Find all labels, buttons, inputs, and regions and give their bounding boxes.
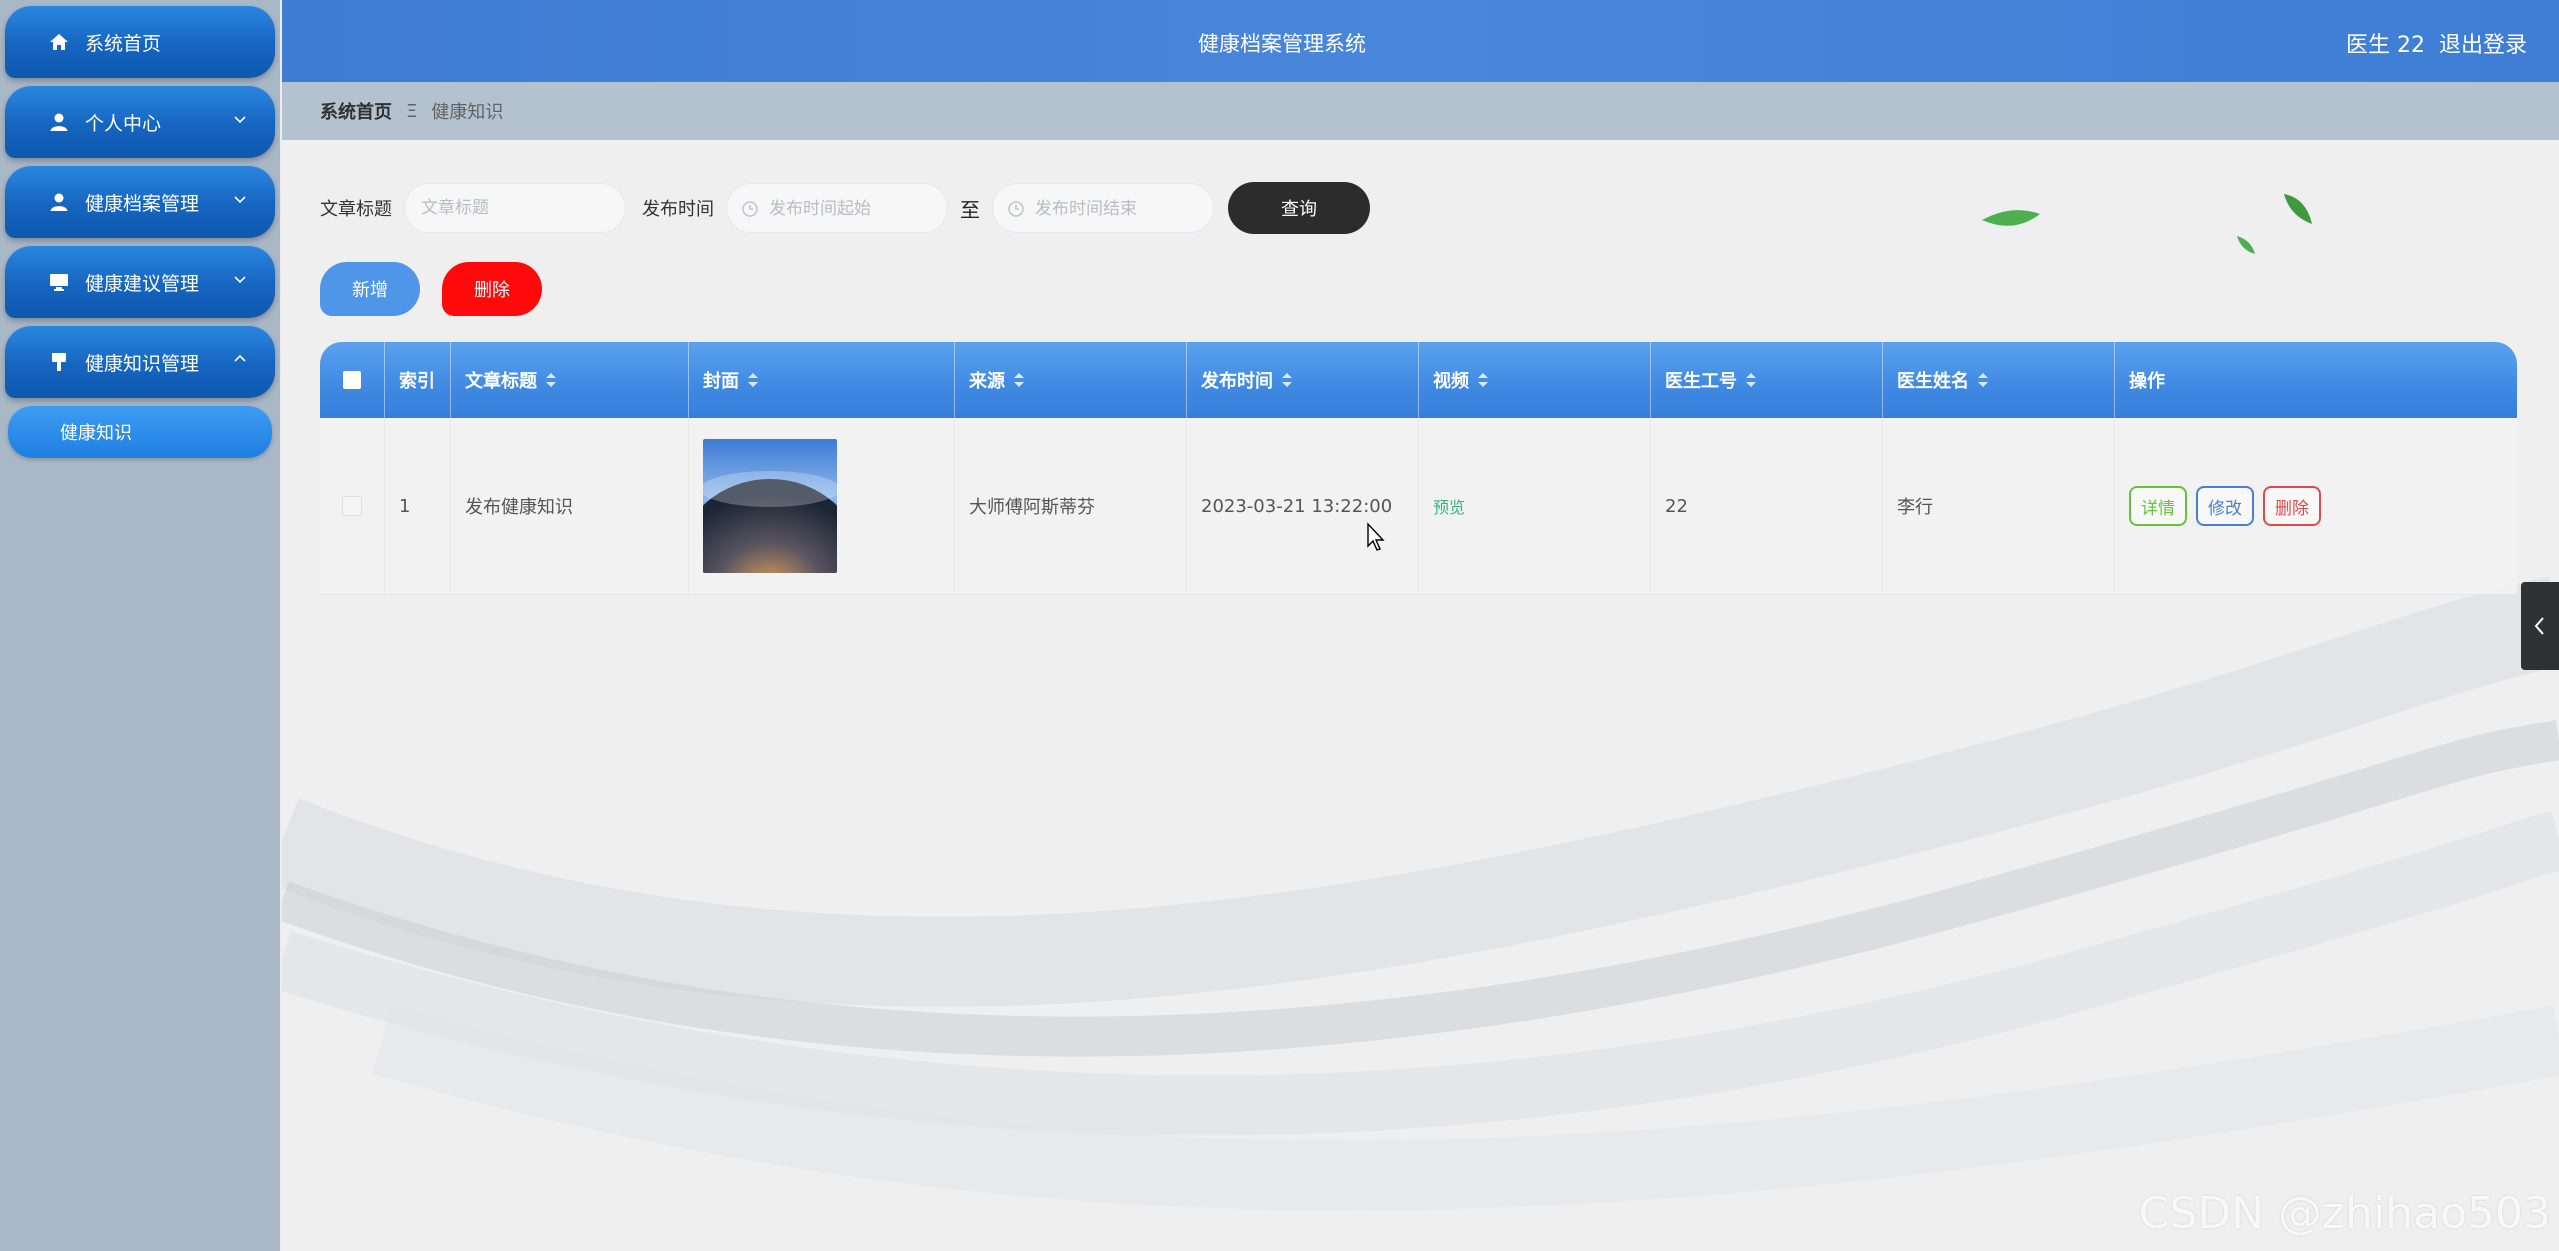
breadcrumb-current: 健康知识 bbox=[431, 102, 504, 123]
search-bar: 文章标题 发布时间 至 查询 bbox=[320, 182, 1370, 234]
header-title[interactable]: 文章标题 bbox=[451, 342, 689, 418]
chevron-down-icon bbox=[234, 276, 246, 284]
user-icon bbox=[50, 113, 68, 131]
row-delete-button[interactable]: 删除 bbox=[2263, 486, 2321, 526]
sort-icon[interactable] bbox=[747, 372, 759, 388]
header-doctor-id[interactable]: 医生工号 bbox=[1651, 342, 1883, 418]
header-doctor-name-label: 医生姓名 bbox=[1897, 371, 1969, 392]
edit-button[interactable]: 修改 bbox=[2196, 486, 2254, 526]
query-button[interactable]: 查询 bbox=[1228, 182, 1370, 234]
monitor-icon bbox=[50, 274, 68, 291]
app-root: 系统首页 个人中心 健康档案管理 健康建议管理 健康知识管理 健康知识 健康档案… bbox=[0, 0, 2559, 1251]
title-filter-label: 文章标题 bbox=[320, 199, 392, 220]
cell-operations: 详情 修改 删除 bbox=[2115, 418, 2517, 594]
cell-time: 2023-03-21 13:22:00 bbox=[1187, 418, 1419, 594]
cell-cover bbox=[689, 418, 955, 594]
cell-index: 1 bbox=[385, 418, 451, 594]
row-select-cell bbox=[320, 418, 385, 594]
cover-image[interactable] bbox=[703, 439, 837, 573]
header-time-label: 发布时间 bbox=[1201, 371, 1273, 392]
row-checkbox[interactable] bbox=[342, 496, 362, 516]
mouse-cursor-icon bbox=[1367, 522, 1385, 551]
sort-icon[interactable] bbox=[1477, 372, 1489, 388]
breadcrumb: 系统首页 Ξ 健康知识 bbox=[282, 82, 2559, 140]
sidebar-item-personal-center[interactable]: 个人中心 bbox=[5, 86, 275, 158]
end-date-picker[interactable] bbox=[992, 183, 1214, 234]
select-all-checkbox[interactable] bbox=[343, 371, 361, 389]
home-icon bbox=[50, 34, 68, 50]
header-index: 索引 bbox=[385, 342, 451, 418]
header-doctor-id-label: 医生工号 bbox=[1665, 371, 1737, 392]
chevron-left-icon bbox=[2534, 617, 2544, 635]
cell-video: 预览 bbox=[1419, 418, 1651, 594]
table-row: 1 发布健康知识 大师傅阿斯蒂芬 2023-03-21 13:22:00 预览 … bbox=[320, 418, 2517, 595]
sidebar-subitem-health-knowledge[interactable]: 健康知识 bbox=[8, 406, 272, 458]
cell-source: 大师傅阿斯蒂芬 bbox=[955, 418, 1187, 594]
sidebar-item-health-knowledge[interactable]: 健康知识管理 bbox=[5, 326, 275, 398]
app-title: 健康档案管理系统 bbox=[1198, 32, 1366, 56]
user-icon bbox=[50, 193, 68, 211]
title-search-input[interactable] bbox=[404, 183, 626, 233]
sidebar-item-label: 健康知识管理 bbox=[85, 352, 200, 375]
main-content: 文章标题 发布时间 至 查询 新增 删除 索引 文 bbox=[282, 140, 2559, 1251]
sort-icon[interactable] bbox=[1745, 372, 1757, 388]
watermark: CSDN @zhihao503 bbox=[2138, 1188, 2551, 1239]
knowledge-table: 索引 文章标题 封面 来源 发布时间 视频 医生工号 医生姓名 操作 1 发布健… bbox=[320, 342, 2517, 595]
chevron-down-icon bbox=[234, 196, 246, 204]
cell-title: 发布健康知识 bbox=[451, 418, 689, 594]
sort-icon[interactable] bbox=[545, 372, 557, 388]
user-info: 医生 22 退出登录 bbox=[2332, 27, 2527, 59]
sidebar-item-label: 健康档案管理 bbox=[85, 192, 200, 215]
top-bar: 健康档案管理系统 医生 22 退出登录 bbox=[282, 0, 2559, 82]
current-user: 医生 22 bbox=[2345, 33, 2425, 58]
background-decoration bbox=[282, 194, 2559, 1211]
header-cover-label: 封面 bbox=[703, 371, 739, 392]
header-time[interactable]: 发布时间 bbox=[1187, 342, 1419, 418]
pin-icon bbox=[52, 353, 66, 371]
action-buttons: 新增 删除 bbox=[320, 262, 542, 316]
detail-button[interactable]: 详情 bbox=[2129, 486, 2187, 526]
sort-icon[interactable] bbox=[1977, 372, 1989, 388]
chevron-down-icon bbox=[234, 116, 246, 124]
clock-icon bbox=[1008, 201, 1024, 217]
start-date-input[interactable] bbox=[767, 184, 941, 234]
table-header: 索引 文章标题 封面 来源 发布时间 视频 医生工号 医生姓名 操作 bbox=[320, 342, 2517, 418]
header-source-label: 来源 bbox=[969, 371, 1005, 392]
add-button[interactable]: 新增 bbox=[320, 262, 420, 316]
header-title-label: 文章标题 bbox=[465, 371, 537, 392]
header-video-label: 视频 bbox=[1433, 371, 1469, 392]
sidebar-subitem-label: 健康知识 bbox=[60, 423, 132, 444]
header-cover[interactable]: 封面 bbox=[689, 342, 955, 418]
header-operations: 操作 bbox=[2115, 342, 2517, 418]
clock-icon bbox=[742, 201, 758, 217]
sidebar: 系统首页 个人中心 健康档案管理 健康建议管理 健康知识管理 健康知识 bbox=[0, 0, 280, 1251]
breadcrumb-separator: Ξ bbox=[406, 100, 418, 122]
sort-icon[interactable] bbox=[1281, 372, 1293, 388]
sidebar-item-label: 个人中心 bbox=[85, 112, 162, 135]
sidebar-item-label: 系统首页 bbox=[85, 32, 162, 55]
sort-icon[interactable] bbox=[1013, 372, 1025, 388]
header-doctor-name[interactable]: 医生姓名 bbox=[1883, 342, 2115, 418]
cell-doctor-name: 李行 bbox=[1883, 418, 2115, 594]
breadcrumb-home[interactable]: 系统首页 bbox=[320, 98, 392, 124]
header-source[interactable]: 来源 bbox=[955, 342, 1187, 418]
header-video[interactable]: 视频 bbox=[1419, 342, 1651, 418]
sidebar-item-home[interactable]: 系统首页 bbox=[5, 6, 275, 78]
chevron-up-icon bbox=[234, 354, 246, 362]
header-index-label: 索引 bbox=[399, 371, 435, 392]
start-date-picker[interactable] bbox=[726, 183, 948, 234]
time-filter-label: 发布时间 bbox=[642, 199, 714, 220]
end-date-input[interactable] bbox=[1033, 184, 1207, 234]
range-separator: 至 bbox=[960, 197, 980, 222]
batch-delete-button[interactable]: 删除 bbox=[442, 262, 542, 316]
header-operations-label: 操作 bbox=[2129, 371, 2165, 392]
sidebar-item-health-records[interactable]: 健康档案管理 bbox=[5, 166, 275, 238]
side-panel-toggle[interactable] bbox=[2521, 582, 2559, 670]
header-select-cell bbox=[320, 342, 385, 418]
cell-doctor-id: 22 bbox=[1651, 418, 1883, 594]
sidebar-item-label: 健康建议管理 bbox=[85, 272, 200, 295]
video-preview-link[interactable]: 预览 bbox=[1433, 494, 1465, 518]
sidebar-item-health-advice[interactable]: 健康建议管理 bbox=[5, 246, 275, 318]
logout-link[interactable]: 退出登录 bbox=[2439, 33, 2527, 58]
